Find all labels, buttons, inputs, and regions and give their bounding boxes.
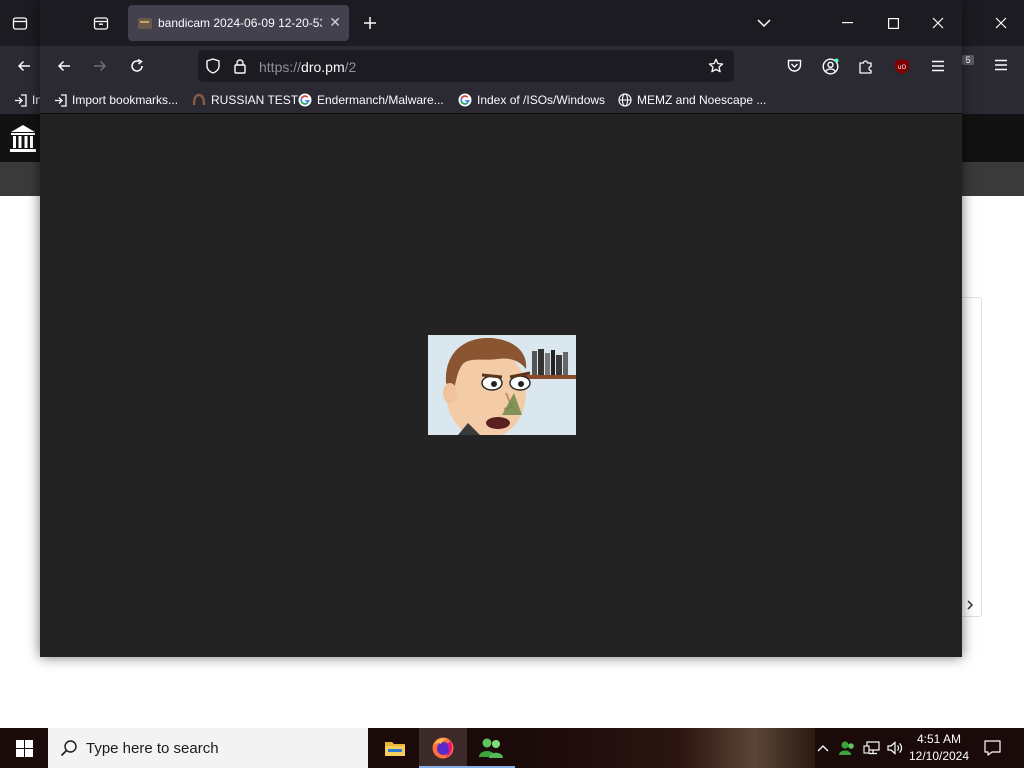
action-center-icon[interactable] xyxy=(978,728,1006,768)
bandicam-favicon-icon xyxy=(138,17,152,29)
tab-list-icon[interactable] xyxy=(90,12,112,34)
bookmark-label: RUSSIAN TEST xyxy=(211,93,299,107)
network-icon[interactable] xyxy=(860,728,882,768)
back-icon[interactable] xyxy=(52,54,76,78)
people-green-icon xyxy=(478,737,504,759)
close-icon[interactable] xyxy=(927,12,949,34)
tab-close-icon[interactable]: ✕ xyxy=(329,15,341,29)
bookmarks-toolbar: Import bookmarks... RUSSIAN TEST Enderma… xyxy=(40,86,962,114)
url-scheme: https:// xyxy=(259,59,302,75)
svg-text:uO: uO xyxy=(898,64,907,71)
taskbar-firefox[interactable] xyxy=(419,728,467,768)
bookmark-label: MEMZ and Noescape ... xyxy=(637,93,767,107)
bookmark-import[interactable]: Import bookmarks... xyxy=(53,92,178,108)
pocket-icon[interactable] xyxy=(783,55,805,77)
taskbar-file-explorer[interactable] xyxy=(371,728,419,768)
list-all-tabs-icon[interactable] xyxy=(753,12,775,34)
search-icon xyxy=(60,739,78,757)
bookmark-memz-noescape[interactable]: MEMZ and Noescape ... xyxy=(618,92,766,108)
popup-navbar: https://dro.pm/2 uO xyxy=(40,46,962,86)
globe-icon xyxy=(618,93,632,107)
url-bar[interactable]: https://dro.pm/2 xyxy=(198,50,734,82)
background-back-icon[interactable] xyxy=(12,54,36,78)
tray-people-icon[interactable] xyxy=(836,728,858,768)
url-path: /2 xyxy=(344,59,357,75)
ublock-origin-icon[interactable]: uO xyxy=(891,55,913,77)
page-content xyxy=(40,114,962,657)
taskbar-clock[interactable]: 4:51 AM 12/10/2024 xyxy=(908,731,970,765)
taskbar: Type here to search 4:51 AM 12/10/2024 xyxy=(0,728,1024,768)
volume-icon[interactable] xyxy=(884,728,906,768)
new-tab-icon[interactable] xyxy=(359,12,381,34)
background-side-panel xyxy=(962,297,982,617)
clock-time: 4:51 AM xyxy=(916,732,962,746)
url-text[interactable]: https://dro.pm/2 xyxy=(259,59,356,75)
firefox-icon xyxy=(431,736,455,760)
menu-icon[interactable] xyxy=(927,55,949,77)
bookmark-label: Index of /ISOs/Windows xyxy=(477,93,606,107)
bookmark-favicon xyxy=(192,93,206,107)
maximize-icon[interactable] xyxy=(882,12,904,34)
background-close-icon[interactable] xyxy=(990,13,1012,33)
taskbar-people-app[interactable] xyxy=(467,728,515,768)
popup-titlebar: bandicam 2024-06-09 12-20-53 ✕ xyxy=(40,0,962,46)
bookmark-label: Endermanch/Malware... xyxy=(317,93,444,107)
extensions-icon[interactable] xyxy=(855,55,877,77)
tab-title: bandicam 2024-06-09 12-20-53 xyxy=(158,16,322,30)
forward-icon[interactable] xyxy=(88,54,112,78)
windows-start-icon[interactable] xyxy=(0,728,48,768)
import-icon xyxy=(13,93,27,107)
bookmark-endermanch-malware[interactable]: Endermanch/Malware... xyxy=(298,92,444,108)
bookmark-index-isos[interactable]: Index of /ISOs/Windows xyxy=(458,92,605,108)
chevron-right-icon[interactable] xyxy=(966,598,974,613)
file-explorer-icon xyxy=(384,739,406,757)
background-extension-badge: 5 xyxy=(962,55,974,65)
taskbar-wallpaper-strip xyxy=(515,728,815,768)
background-bookmark-import[interactable]: In xyxy=(13,92,42,108)
background-menu-icon[interactable] xyxy=(990,54,1012,76)
bookmark-russian-test[interactable]: RUSSIAN TEST xyxy=(192,92,298,108)
reload-icon[interactable] xyxy=(125,54,149,78)
search-placeholder: Type here to search xyxy=(86,739,219,757)
taskbar-search-box[interactable]: Type here to search xyxy=(48,728,368,768)
institution-icon[interactable] xyxy=(9,123,37,153)
popup-browser-window: bandicam 2024-06-09 12-20-53 ✕ https://d… xyxy=(40,0,962,657)
google-icon xyxy=(458,93,472,107)
tracking-protection-shield-icon[interactable] xyxy=(204,57,222,75)
background-tab-list-icon[interactable] xyxy=(10,13,30,33)
google-icon xyxy=(298,93,312,107)
minimize-icon[interactable] xyxy=(836,12,858,34)
import-icon xyxy=(53,93,67,107)
clock-date: 12/10/2024 xyxy=(908,749,970,763)
lock-icon[interactable] xyxy=(231,57,249,75)
tab-active[interactable]: bandicam 2024-06-09 12-20-53 ✕ xyxy=(128,5,349,41)
bookmark-label: Import bookmarks... xyxy=(72,93,179,107)
cartoon-animation-image xyxy=(428,335,576,435)
url-host: dro.pm xyxy=(301,59,345,75)
account-icon[interactable] xyxy=(819,55,841,77)
show-hidden-icons-chevron-icon[interactable] xyxy=(813,728,833,768)
bookmark-star-icon[interactable] xyxy=(706,56,726,76)
